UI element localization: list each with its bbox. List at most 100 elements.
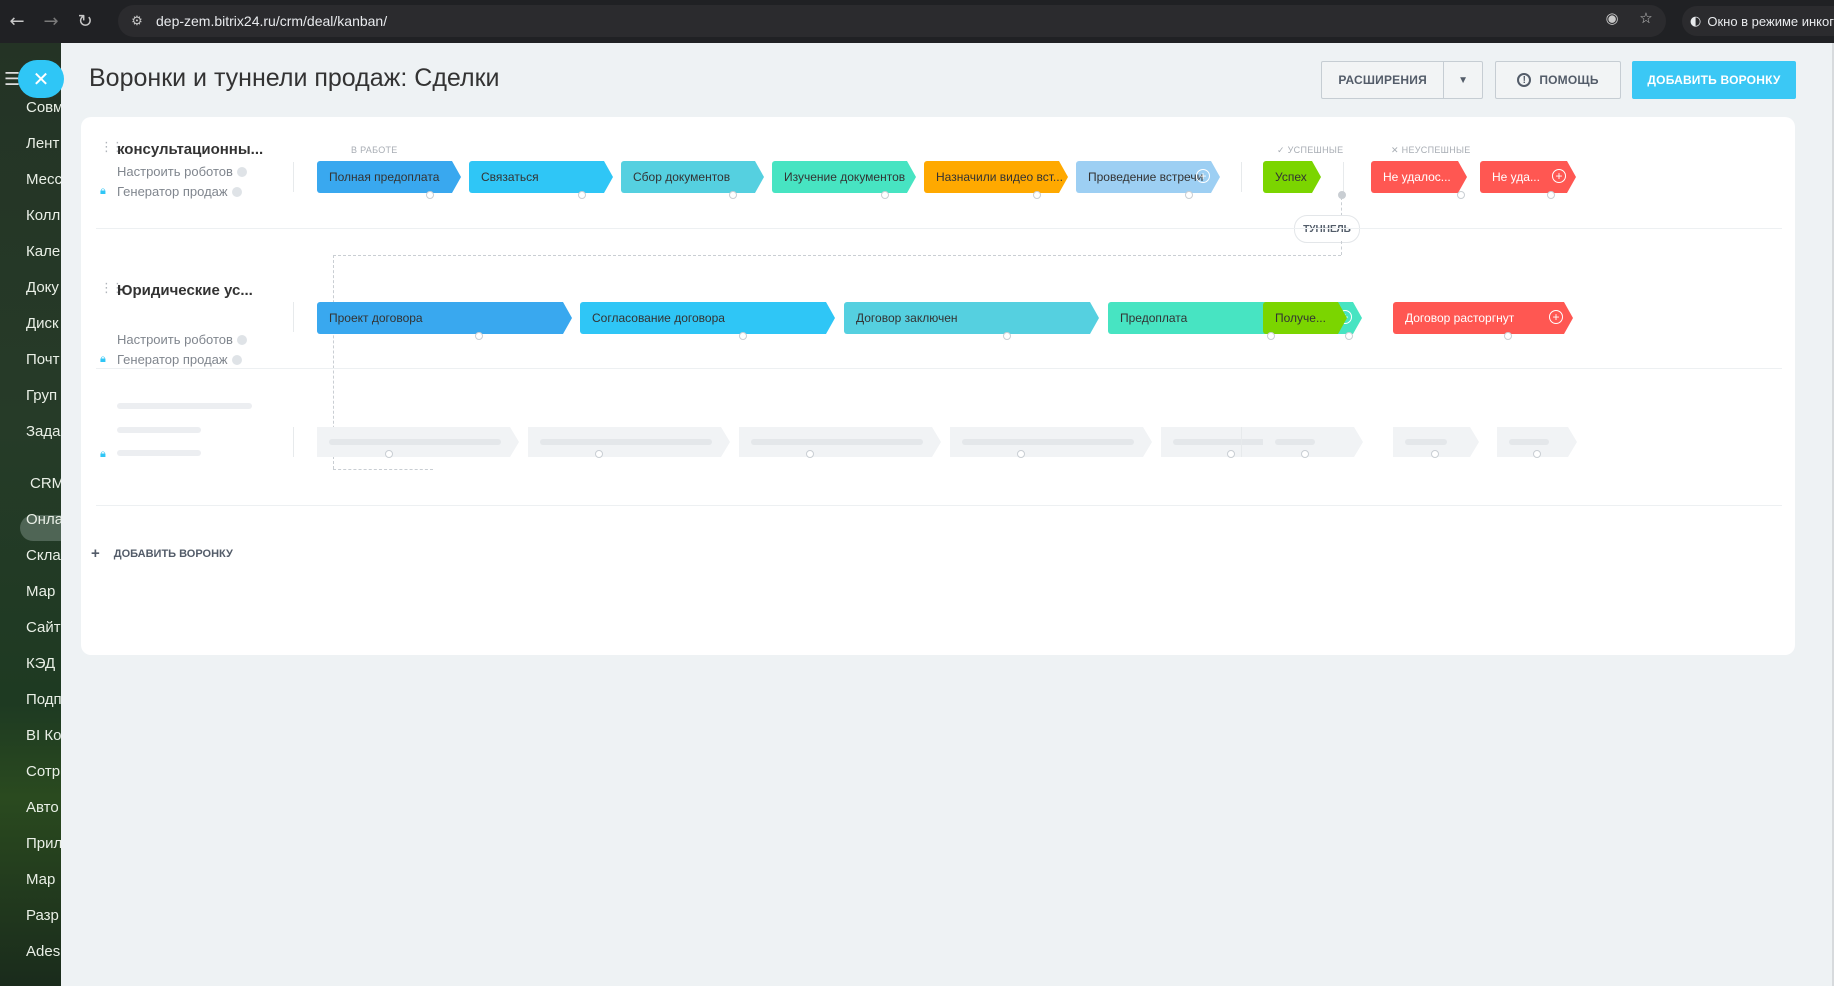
tunnel-connector[interactable] xyxy=(1033,191,1041,199)
skeleton-line xyxy=(117,427,201,433)
add-stage-icon[interactable]: + xyxy=(1552,169,1566,183)
configure-robots-label[interactable]: Настроить роботов xyxy=(117,164,233,179)
sidebar-item[interactable]: Прил xyxy=(26,835,61,852)
tunnel-connector[interactable] xyxy=(1533,450,1541,458)
tunnel-connector[interactable] xyxy=(1185,191,1193,199)
funnel-name[interactable]: Юридические ус... xyxy=(117,282,253,299)
extensions-button[interactable]: РАСШИРЕНИЯ ▼ xyxy=(1321,61,1483,99)
sidebar-item[interactable]: Диск xyxy=(26,315,59,332)
help-icon[interactable] xyxy=(236,166,247,177)
tunnel-connector[interactable] xyxy=(475,332,483,340)
stage-card[interactable]: Согласование договора xyxy=(580,302,835,334)
forward-icon[interactable]: → xyxy=(34,5,68,39)
page-title: Воронки и туннели продаж: Сделки xyxy=(89,64,500,92)
tunnel-connector[interactable] xyxy=(1017,450,1025,458)
sidebar-item[interactable]: Доку xyxy=(26,279,59,296)
tunnel-connector[interactable] xyxy=(426,191,434,199)
tunnel-badge[interactable]: ТУННЕЛЬ xyxy=(1294,215,1360,243)
tunnel-connector[interactable] xyxy=(1431,450,1439,458)
sidebar-item[interactable]: BI Ко xyxy=(26,727,61,744)
tunnel-connector[interactable] xyxy=(385,450,393,458)
incognito-badge[interactable]: ◐ Окно в режиме инког xyxy=(1682,6,1834,36)
tunnel-connector[interactable] xyxy=(1338,191,1346,199)
tunnel-connector[interactable] xyxy=(1547,191,1555,199)
tunnel-connector[interactable] xyxy=(578,191,586,199)
sales-generator-link[interactable]: Генератор продаж xyxy=(117,184,242,199)
star-icon[interactable]: ☆ xyxy=(1634,9,1658,27)
sidebar-item[interactable]: КЭД xyxy=(26,655,55,672)
url-text[interactable]: dep-zem.bitrix24.ru/crm/deal/kanban/ xyxy=(156,13,387,29)
skeleton-stage xyxy=(950,427,1152,457)
configure-robots-link[interactable]: Настроить роботов xyxy=(117,164,247,179)
sidebar-item[interactable]: Мар xyxy=(26,871,55,888)
sidebar-item-crm[interactable]: CRM xyxy=(30,475,61,492)
stage-card[interactable]: Изучение документов xyxy=(772,161,916,193)
close-slider-button[interactable]: ✕ xyxy=(18,60,64,98)
stage-card[interactable]: Договор заключен xyxy=(844,302,1099,334)
success-stage-card[interactable]: Успех xyxy=(1263,161,1321,193)
success-stage-card[interactable]: Получе... xyxy=(1263,302,1347,334)
sidebar-item[interactable]: Груп xyxy=(26,387,57,404)
sidebar-item[interactable]: Скла xyxy=(26,547,61,564)
add-stage-icon[interactable]: + xyxy=(1196,169,1210,183)
stage-card[interactable]: Назначили видео вст... xyxy=(924,161,1068,193)
sidebar-item[interactable]: Сотр xyxy=(26,763,60,780)
sidebar-item[interactable]: Разр xyxy=(26,907,59,924)
fail-stage-card[interactable]: Не уда... + xyxy=(1480,161,1576,193)
help-button[interactable]: ! ПОМОЩЬ xyxy=(1495,61,1621,99)
stage-card[interactable]: Сбор документов xyxy=(621,161,764,193)
sidebar-item[interactable]: Почт xyxy=(26,351,59,368)
tunnel-connector[interactable] xyxy=(1003,332,1011,340)
tunnel-connector[interactable] xyxy=(1267,332,1275,340)
sidebar-item[interactable]: Сайт xyxy=(26,619,61,636)
sidebar-item[interactable]: Кале xyxy=(26,243,60,260)
stage-card[interactable]: Связаться xyxy=(469,161,613,193)
sales-generator-link[interactable]: Генератор продаж xyxy=(117,352,242,367)
divider xyxy=(293,427,294,457)
site-settings-icon[interactable]: ⚙ xyxy=(124,8,150,34)
fail-stage-card[interactable]: Договор расторгнут + xyxy=(1393,302,1573,334)
address-bar[interactable]: ⚙ dep-zem.bitrix24.ru/crm/deal/kanban/ ◉… xyxy=(118,5,1666,37)
chevron-down-icon[interactable]: ▼ xyxy=(1444,75,1482,86)
tunnel-connector[interactable] xyxy=(881,191,889,199)
add-stage-icon[interactable]: + xyxy=(1549,310,1563,324)
tunnel-connector[interactable] xyxy=(1227,450,1235,458)
sidebar-item[interactable]: Зада xyxy=(26,423,61,440)
help-icon[interactable] xyxy=(231,186,242,197)
add-funnel-link-label[interactable]: ДОБАВИТЬ ВОРОНКУ xyxy=(114,548,233,560)
tunnel-connector[interactable] xyxy=(1345,332,1353,340)
tunnel-connector[interactable] xyxy=(1301,450,1309,458)
sidebar-item[interactable]: Онла xyxy=(26,511,61,528)
sidebar-item[interactable]: Авто xyxy=(26,799,59,816)
tunnel-connector[interactable] xyxy=(595,450,603,458)
add-funnel-link[interactable]: + ДОБАВИТЬ ВОРОНКУ xyxy=(91,545,233,562)
stage-card[interactable]: Проект договора xyxy=(317,302,572,334)
sidebar-item[interactable]: Месс xyxy=(26,171,61,188)
back-icon[interactable]: ← xyxy=(0,5,34,39)
tunnel-connector[interactable] xyxy=(806,450,814,458)
sidebar-item[interactable]: Колл xyxy=(26,207,60,224)
help-icon[interactable] xyxy=(231,354,242,365)
extensions-label[interactable]: РАСШИРЕНИЯ xyxy=(1322,62,1445,98)
sales-generator-label[interactable]: Генератор продаж xyxy=(117,184,228,199)
configure-robots-link[interactable]: Настроить роботов xyxy=(117,332,247,347)
sidebar-item[interactable]: Ades xyxy=(26,943,60,960)
add-funnel-button[interactable]: ДОБАВИТЬ ВОРОНКУ xyxy=(1632,61,1796,99)
stage-card[interactable]: Полная предоплата xyxy=(317,161,461,193)
fail-stage-card[interactable]: Не удалос... xyxy=(1371,161,1467,193)
sales-generator-label[interactable]: Генератор продаж xyxy=(117,352,228,367)
help-icon[interactable] xyxy=(236,334,247,345)
sidebar-item[interactable]: Мар xyxy=(26,583,55,600)
configure-robots-label[interactable]: Настроить роботов xyxy=(117,332,233,347)
sidebar-item[interactable]: Лент xyxy=(26,135,59,152)
tunnel-connector[interactable] xyxy=(1504,332,1512,340)
tunnel-connector[interactable] xyxy=(739,332,747,340)
funnel-name[interactable]: консультационны... xyxy=(117,141,263,158)
sidebar-item[interactable]: Подп xyxy=(26,691,61,708)
stage-card[interactable]: Проведение встречи + xyxy=(1076,161,1220,193)
sidebar-item[interactable]: Совм xyxy=(26,99,61,116)
tunnel-connector[interactable] xyxy=(1457,191,1465,199)
eye-off-icon[interactable]: ◉ xyxy=(1600,9,1624,27)
tunnel-connector[interactable] xyxy=(729,191,737,199)
reload-icon[interactable]: ↻ xyxy=(68,5,102,39)
